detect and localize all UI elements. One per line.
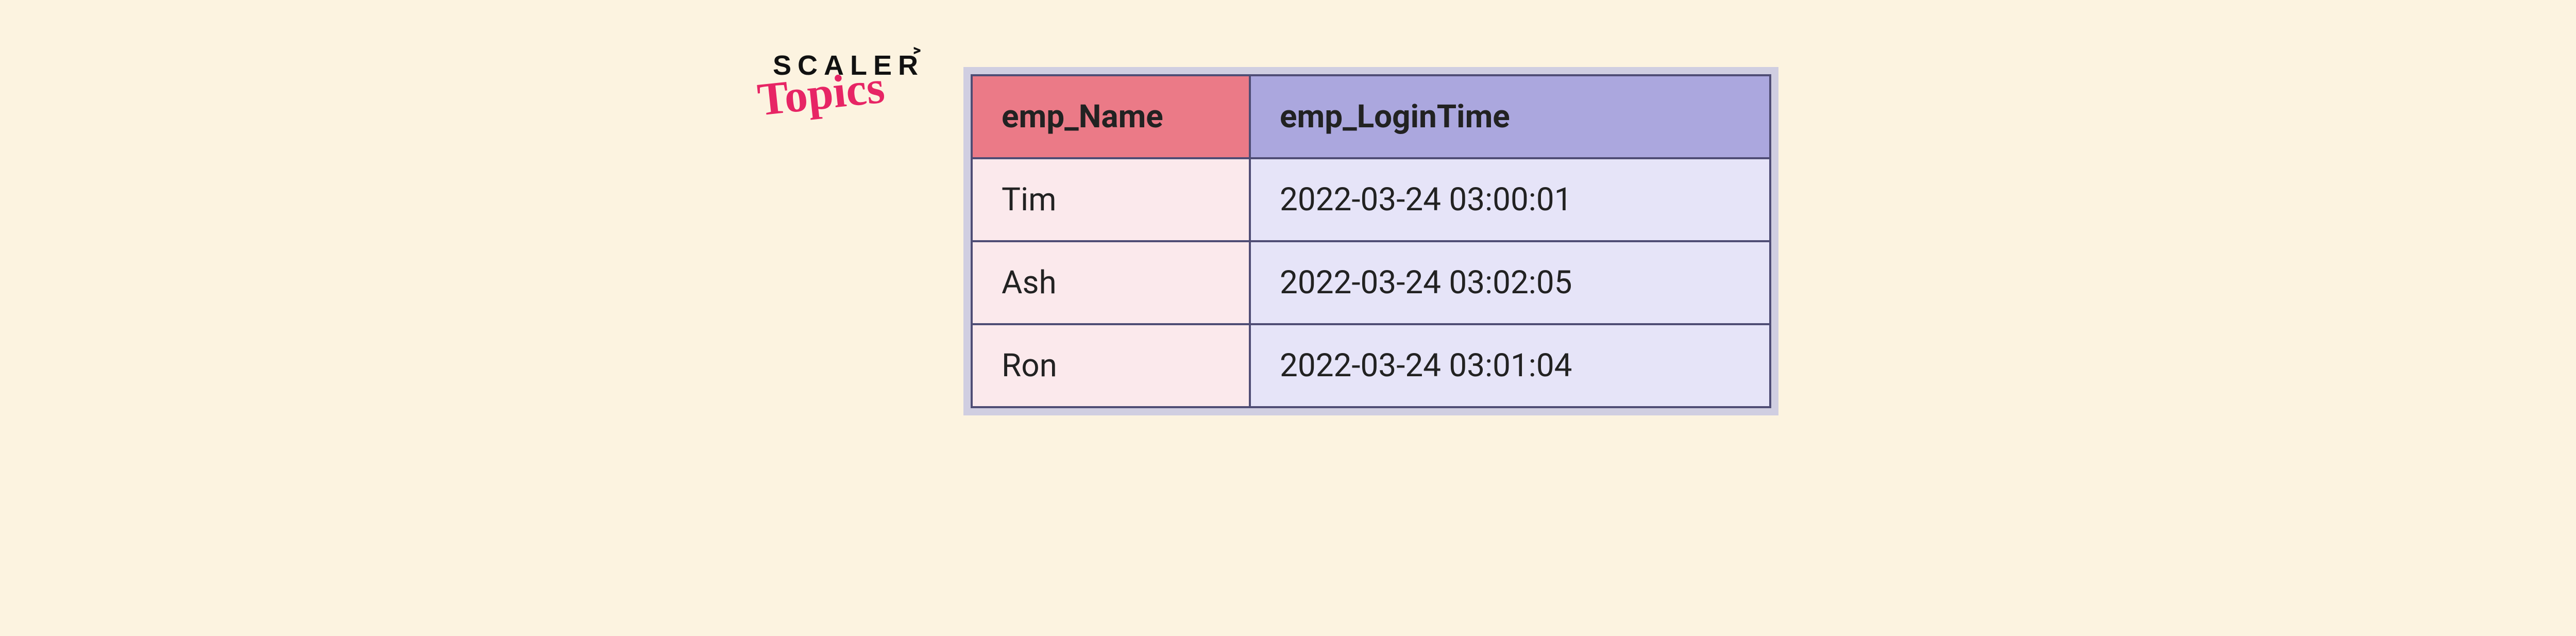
cell-emp-name: Ron [972,324,1250,407]
employee-login-table-container: emp_Name emp_LoginTime Tim 2022-03-24 03… [963,67,1778,415]
scaler-topics-logo: SCALER > Topics [773,52,924,108]
table-row: Tim 2022-03-24 03:00:01 [972,158,1770,241]
logo-decor-greater: > [913,41,921,59]
cell-emp-login: 2022-03-24 03:01:04 [1250,324,1770,407]
cell-emp-name: Tim [972,158,1250,241]
logo-text-topics: Topics [756,66,926,116]
table-row: Ash 2022-03-24 03:02:05 [972,241,1770,324]
employee-login-table: emp_Name emp_LoginTime Tim 2022-03-24 03… [971,74,1771,408]
table-row: Ron 2022-03-24 03:01:04 [972,324,1770,407]
table-header-row: emp_Name emp_LoginTime [972,75,1770,158]
cell-emp-login: 2022-03-24 03:02:05 [1250,241,1770,324]
cell-emp-login: 2022-03-24 03:00:01 [1250,158,1770,241]
header-emp-login: emp_LoginTime [1250,75,1770,158]
cell-emp-name: Ash [972,241,1250,324]
header-emp-name: emp_Name [972,75,1250,158]
